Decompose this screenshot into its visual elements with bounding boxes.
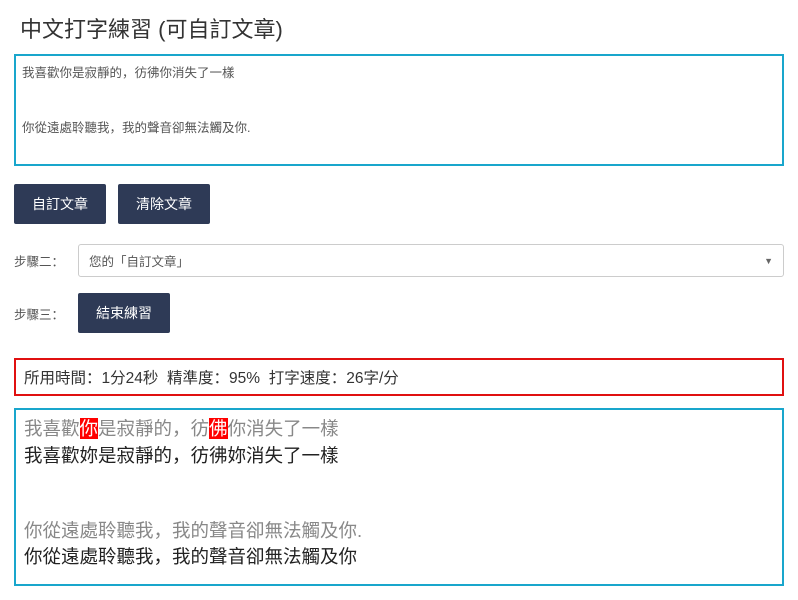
target-line-1: 我喜歡你是寂靜的，彷佛你消失了一樣 — [24, 416, 774, 443]
input-line-2: 你從遠處聆聽我，我的聲音卻無法觸及你 — [24, 544, 774, 571]
target-line-2: 你從遠處聆聽我，我的聲音卻無法觸及你. — [24, 518, 774, 545]
end-practice-button[interactable]: 結束練習 — [78, 293, 170, 333]
seg: 你消失了一樣 — [228, 418, 339, 439]
speed-value: 26字/分 — [346, 370, 399, 387]
result-box: 所用時間：1分24秒 精準度：95% 打字速度：26字/分 — [14, 358, 784, 396]
accuracy-value: 95% — [229, 370, 260, 387]
article-select[interactable]: 您的「自訂文章」 ▼ — [78, 244, 784, 277]
error-char: 你 — [80, 418, 99, 439]
custom-article-button[interactable]: 自訂文章 — [14, 184, 106, 224]
clear-article-button[interactable]: 清除文章 — [118, 184, 210, 224]
seg: 我喜歡 — [24, 418, 80, 439]
step2-label: 步驟二： — [14, 251, 64, 270]
button-row: 自訂文章 清除文章 — [14, 184, 784, 224]
chevron-down-icon: ▼ — [764, 256, 773, 266]
accuracy-label: 精準度： — [167, 370, 229, 387]
input-line-1: 我喜歡妳是寂靜的，彷彿妳消失了一樣 — [24, 443, 774, 470]
step3-label: 步驟三： — [14, 304, 64, 323]
error-char: 佛 — [209, 418, 228, 439]
article-select-value: 您的「自訂文章」 — [89, 251, 189, 270]
practice-area[interactable]: 我喜歡你是寂靜的，彷佛你消失了一樣 我喜歡妳是寂靜的，彷彿妳消失了一樣 你從遠處… — [14, 408, 784, 586]
time-value: 1分24秒 — [102, 370, 159, 387]
source-textarea[interactable] — [16, 56, 782, 164]
step3-row: 步驟三： 結束練習 — [14, 293, 784, 333]
seg: 是寂靜的，彷 — [98, 418, 209, 439]
step2-row: 步驟二： 您的「自訂文章」 ▼ — [14, 244, 784, 277]
time-label: 所用時間： — [24, 370, 102, 387]
page-title: 中文打字練習 (可自訂文章) — [14, 0, 784, 54]
speed-label: 打字速度： — [269, 370, 347, 387]
source-text-wrap — [14, 54, 784, 166]
